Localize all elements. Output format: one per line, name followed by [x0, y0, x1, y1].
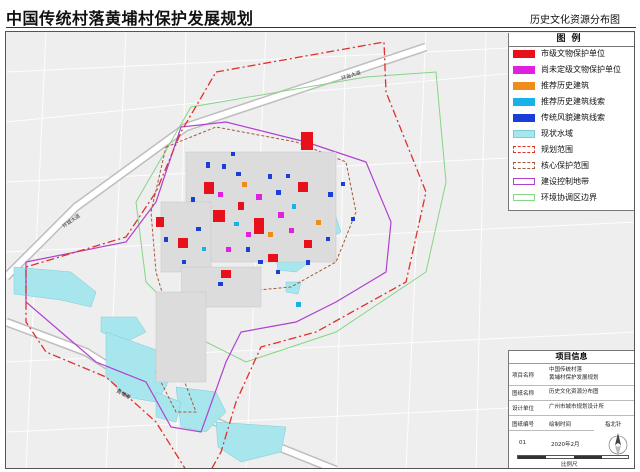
recommended-clue-swatch: [513, 98, 535, 106]
scale-label: 比例尺: [561, 462, 578, 468]
legend-label: 环境协调区边界: [541, 193, 597, 202]
legend-label: 推荐历史建筑线索: [541, 97, 605, 106]
legend-label: 核心保护范围: [541, 161, 589, 170]
legend-label: 现状水域: [541, 129, 573, 138]
legend-item-planning-scope: 规划范围: [513, 144, 633, 156]
legend-label: 尚未定级文物保护单位: [541, 65, 621, 74]
info-divider: [509, 385, 634, 386]
project-name-row: 项目名称 中国传统村落 黄埔村保护发展规划: [509, 366, 634, 386]
title-divider: [6, 27, 636, 28]
north-key: 指北针: [605, 422, 622, 428]
page-title: 中国传统村落黄埔村保护发展规划: [6, 9, 254, 28]
legend-item-city-relic: 市级文物保护单位: [513, 48, 633, 60]
design-unit-key: 设计单位: [512, 406, 535, 412]
legend-item-recommended-building: 推荐历史建筑: [513, 80, 633, 92]
sheet-no-key: 图纸编号: [512, 422, 535, 428]
project-name-value-line2: 黄埔村保护发展规划: [549, 375, 599, 381]
design-unit-row: 设计单位 广州市城市规划设计所: [509, 402, 634, 414]
drawing-name-value: 历史文化资源分布图: [549, 389, 599, 395]
legend-item-environment-coordination: 环境协调区边界: [513, 192, 633, 204]
core-protection-swatch: [513, 162, 535, 169]
project-name-value-line1: 中国传统村落: [549, 367, 583, 373]
info-divider: [509, 400, 634, 401]
legend-label: 建设控制地带: [541, 177, 589, 186]
environment-coordination-swatch: [513, 194, 535, 201]
construction-control-swatch: [513, 178, 535, 185]
city-relic-swatch: [513, 50, 535, 58]
sheet-name: 历史文化资源分布图: [530, 15, 620, 26]
scale-bar-segment: [574, 456, 602, 459]
unlisted-relic-swatch: [513, 66, 535, 74]
legend-label: 传统风貌建筑线索: [541, 113, 605, 122]
legend-label: 规划范围: [541, 145, 573, 154]
project-info-title: 项目信息: [509, 351, 634, 364]
info-divider: [509, 430, 594, 431]
drawing-name-row: 图纸名称 历史文化资源分布图: [509, 387, 634, 399]
legend-item-unlisted-relic: 尚未定级文物保护单位: [513, 64, 633, 76]
info-divider: [509, 415, 634, 416]
legend-item-core-protection: 核心保护范围: [513, 160, 633, 172]
sheet-no-value: 01: [519, 440, 526, 446]
design-unit-value: 广州市城市规划设计所: [549, 404, 605, 410]
water-swatch: [513, 130, 535, 138]
planning-scope-swatch: [513, 146, 535, 153]
legend-title: 图例: [509, 33, 634, 47]
legend-label: 市级文物保护单位: [541, 49, 605, 58]
legend-item-traditional-style: 传统风貌建筑线索: [513, 112, 633, 124]
legend-item-construction-control: 建设控制地带: [513, 176, 633, 188]
project-info-panel: 项目信息 项目名称 中国传统村落 黄埔村保护发展规划 图纸名称 历史文化资源分布…: [508, 350, 634, 468]
scale-bar-segment: [518, 456, 546, 459]
recommended-building-swatch: [513, 82, 535, 90]
north-arrow-icon: [608, 433, 628, 457]
legend-item-water: 现状水域: [513, 128, 633, 140]
traditional-style-swatch: [513, 114, 535, 122]
scale-bar: [517, 455, 629, 459]
legend-panel: 图例 市级文物保护单位 尚未定级文物保护单位 推荐历史建筑 推荐历史建筑线索 传…: [508, 33, 634, 211]
date-value: 2020年2月: [551, 442, 580, 448]
legend-item-recommended-clue: 推荐历史建筑线索: [513, 96, 633, 108]
project-name-key: 项目名称: [512, 373, 535, 379]
date-key: 绘制时间: [549, 422, 572, 428]
legend-label: 推荐历史建筑: [541, 81, 589, 90]
drawing-name-key: 图纸名称: [512, 391, 535, 397]
